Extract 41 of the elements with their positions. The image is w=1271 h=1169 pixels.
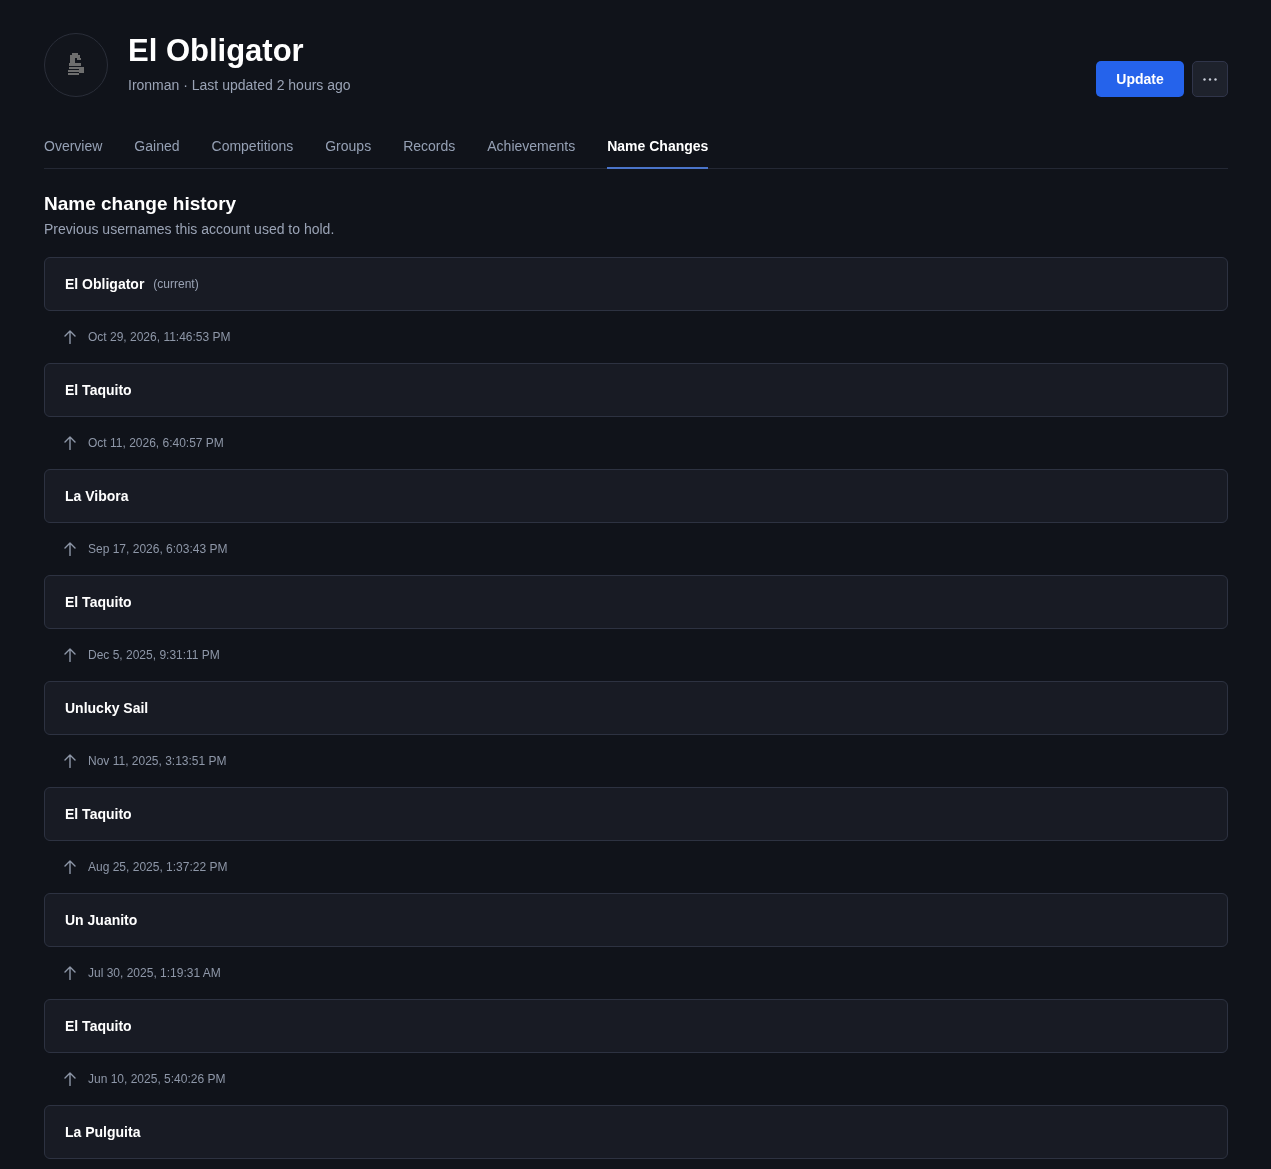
update-button[interactable]: Update	[1096, 61, 1184, 97]
username: El Taquito	[65, 594, 132, 610]
tab[interactable]: Name Changes	[607, 126, 709, 169]
arrow-up-icon	[64, 330, 76, 344]
tab[interactable]: Overview	[44, 126, 103, 169]
arrow-up-icon	[64, 1072, 76, 1086]
change-date: Dec 5, 2025, 9:31:11 PM	[88, 648, 220, 662]
change-date: Jun 10, 2025, 5:40:26 PM	[88, 1072, 226, 1086]
tab[interactable]: Groups	[325, 126, 372, 169]
username: El Taquito	[65, 806, 132, 822]
more-icon	[1203, 77, 1217, 81]
arrow-up-icon	[64, 754, 76, 768]
change-date: Jul 30, 2025, 1:19:31 AM	[88, 966, 221, 980]
player-subtitle: Ironman · Last updated 2 hours ago	[128, 76, 351, 95]
tab[interactable]: Competitions	[211, 126, 294, 169]
username: La Pulguita	[65, 1124, 141, 1140]
player-name: El Obligator	[128, 33, 305, 69]
username: Unlucky Sail	[65, 700, 149, 716]
username: La Vibora	[65, 488, 129, 504]
arrow-up-icon	[64, 966, 76, 980]
change-date: Nov 11, 2025, 3:13:51 PM	[88, 754, 227, 768]
arrow-up-icon	[64, 648, 76, 662]
username: El Taquito	[65, 382, 132, 398]
change-date: Oct 29, 2026, 11:46:53 PM	[88, 330, 231, 344]
tab[interactable]: Records	[403, 126, 456, 169]
current-label: (current)	[153, 277, 199, 291]
change-date: Oct 11, 2026, 6:40:57 PM	[88, 436, 224, 450]
arrow-up-icon	[64, 436, 76, 450]
change-date: Sep 17, 2026, 6:03:43 PM	[88, 542, 228, 556]
change-date: Aug 25, 2025, 1:37:22 PM	[88, 860, 228, 874]
tab[interactable]: Gained	[134, 126, 180, 169]
pixel-figure-icon	[67, 53, 85, 77]
tab[interactable]: Achievements	[487, 126, 576, 169]
more-button[interactable]	[1192, 61, 1228, 97]
username: El Obligator	[65, 276, 145, 292]
section-title: Name change history	[44, 192, 238, 216]
section-description: Previous usernames this account used to hold.	[44, 220, 336, 239]
username: Un Juanito	[65, 912, 138, 928]
arrow-up-icon	[64, 860, 76, 874]
username: El Taquito	[65, 1018, 132, 1034]
arrow-up-icon	[64, 542, 76, 556]
